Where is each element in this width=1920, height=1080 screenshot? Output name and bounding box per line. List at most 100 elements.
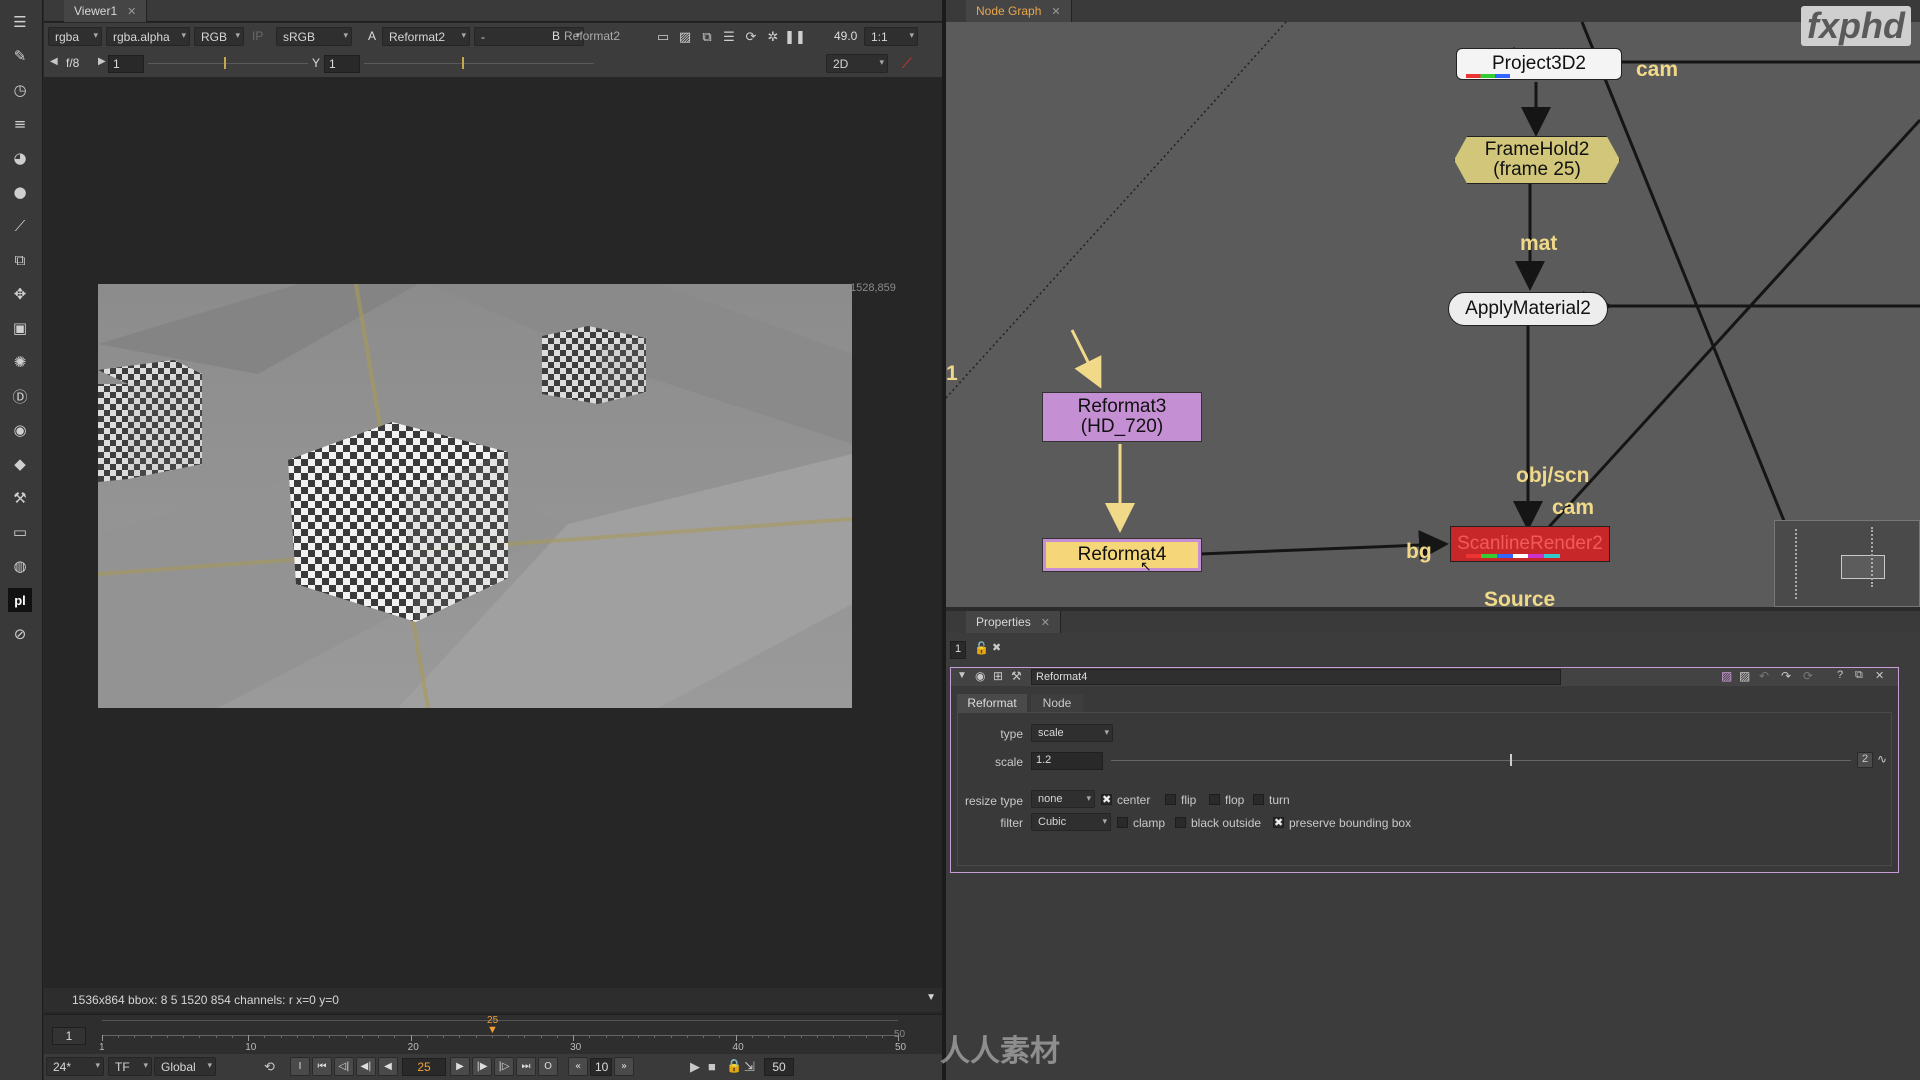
input-b-value[interactable]: Reformat2: [564, 29, 620, 43]
wipe-icon[interactable]: ▨: [676, 28, 694, 46]
color-icon[interactable]: ◕: [8, 146, 32, 170]
metadata-icon[interactable]: ◆: [8, 452, 32, 476]
deep-icon[interactable]: Ⓓ: [8, 384, 32, 408]
gain-field[interactable]: 1: [108, 55, 144, 73]
start-frame-field[interactable]: 1: [52, 1027, 86, 1045]
clamp-checkbox[interactable]: [1117, 817, 1128, 828]
node-reformat4[interactable]: Reformat4: [1042, 538, 1202, 572]
lock-icon[interactable]: 🔓: [974, 641, 989, 655]
tab-reformat[interactable]: Reformat: [957, 694, 1027, 712]
turn-checkbox[interactable]: [1253, 794, 1264, 805]
lines-icon[interactable]: ☰: [720, 28, 738, 46]
next-keyframe-button[interactable]: |▷: [494, 1057, 514, 1076]
step-forward-button[interactable]: |▶: [472, 1057, 492, 1076]
tab-viewer1[interactable]: Viewer1 ✕: [64, 0, 148, 22]
fstop-left-arrow-icon[interactable]: ◀: [50, 56, 58, 67]
3d-icon[interactable]: ▣: [8, 316, 32, 340]
scale-slider-handle[interactable]: [1510, 754, 1513, 766]
node-name-field[interactable]: Reformat4: [1031, 669, 1561, 685]
out-point-button[interactable]: O: [538, 1057, 558, 1076]
tab-node[interactable]: Node: [1031, 694, 1083, 712]
timeline[interactable]: 1 1 10 20 30 40 50 25 ▼ 50: [44, 1014, 942, 1054]
sync-icon[interactable]: ⇲: [744, 1059, 755, 1075]
skip-forward-button[interactable]: »: [614, 1057, 634, 1076]
prev-keyframe-button[interactable]: ◁|: [334, 1057, 354, 1076]
keyer-icon[interactable]: ⟋: [8, 214, 32, 238]
view-mode-dropdown[interactable]: 2D: [826, 54, 888, 73]
close-icon[interactable]: ✕: [127, 5, 136, 18]
pause-icon[interactable]: ❚❚: [784, 28, 806, 46]
input-a-dropdown[interactable]: Reformat2: [382, 27, 470, 46]
gear-icon[interactable]: ✲: [764, 28, 782, 46]
fstop-value[interactable]: f/8: [66, 56, 79, 70]
skip-back-button[interactable]: «: [568, 1057, 588, 1076]
viewer-image[interactable]: [98, 284, 852, 708]
node-reformat3[interactable]: Reformat3 (HD_720): [1042, 392, 1202, 442]
gamma-slider[interactable]: [364, 63, 594, 64]
node-applymaterial2[interactable]: ApplyMaterial2: [1448, 292, 1608, 326]
status-expand-icon[interactable]: ▼: [926, 992, 936, 1003]
filter-icon[interactable]: ●: [8, 180, 32, 204]
flip-checkbox[interactable]: [1165, 794, 1176, 805]
playback-mode-icon[interactable]: ⟲: [264, 1059, 275, 1075]
other-icon[interactable]: ▭: [8, 520, 32, 544]
ip-button[interactable]: IP: [252, 29, 263, 43]
in-point-button[interactable]: I: [290, 1057, 310, 1076]
preserve-bbox-checkbox[interactable]: ✖: [1273, 817, 1284, 829]
overlay-icon[interactable]: ⧉: [698, 28, 716, 46]
timecode-dropdown[interactable]: TF: [108, 1057, 152, 1076]
curve-icon[interactable]: ∿: [1877, 752, 1887, 766]
fstop-right-arrow-icon[interactable]: ▶: [98, 56, 106, 67]
center-icon[interactable]: ⊞: [993, 669, 1003, 683]
max-panels-field[interactable]: 1: [950, 641, 966, 659]
menu-icon[interactable]: ☰: [8, 10, 32, 34]
collapse-icon[interactable]: ▼: [957, 670, 967, 681]
fps-dropdown[interactable]: 24*: [46, 1057, 104, 1076]
close-icon[interactable]: ✕: [1875, 669, 1884, 682]
play-backward-button[interactable]: ◀: [378, 1057, 398, 1076]
resize-type-dropdown[interactable]: none: [1031, 790, 1095, 808]
zoom-value[interactable]: 49.0: [834, 29, 857, 43]
playhead[interactable]: 25 ▼: [487, 1015, 501, 1036]
node-framehold2[interactable]: FrameHold2 (frame 25): [1454, 136, 1620, 184]
close-icon[interactable]: ✕: [1041, 616, 1050, 629]
float-icon[interactable]: ⧉: [1855, 669, 1863, 682]
gl-color-icon[interactable]: ▨: [1739, 669, 1750, 683]
scale-slider[interactable]: [1111, 760, 1851, 761]
alpha-dropdown[interactable]: rgba.alpha: [106, 27, 190, 46]
first-frame-button[interactable]: ⏮: [312, 1057, 332, 1076]
channel-split-button[interactable]: 2: [1857, 752, 1873, 768]
furnace-icon[interactable]: ◍: [8, 554, 32, 578]
scale-field[interactable]: 1.2: [1031, 752, 1103, 770]
undo-icon[interactable]: ↶: [1759, 669, 1769, 683]
gain-slider[interactable]: [148, 63, 308, 64]
ratio-dropdown[interactable]: 1:1: [864, 27, 918, 46]
node-color-icon[interactable]: ▨: [1721, 669, 1732, 683]
flipbook-icon[interactable]: ▶: [690, 1059, 700, 1075]
range-dropdown[interactable]: Global: [154, 1057, 216, 1076]
current-frame-field[interactable]: 25: [402, 1058, 446, 1076]
lut-dropdown[interactable]: sRGB: [276, 27, 352, 46]
gamma-field[interactable]: 1: [324, 55, 360, 73]
pl-plugin-icon[interactable]: pl: [8, 588, 32, 612]
paint-icon[interactable]: ✎: [8, 44, 32, 68]
channel-icon[interactable]: ≡: [8, 112, 32, 136]
ofx-icon[interactable]: ⊘: [8, 622, 32, 646]
particles-icon[interactable]: ✺: [8, 350, 32, 374]
help-icon[interactable]: ?: [1837, 669, 1843, 681]
channels-dropdown[interactable]: rgba: [48, 27, 102, 46]
lock-icon[interactable]: 🔒: [726, 1058, 742, 1074]
time-icon[interactable]: ◷: [8, 78, 32, 102]
redo-icon[interactable]: ⟳: [1803, 669, 1813, 683]
viewer-icon[interactable]: ◉: [975, 669, 985, 683]
paint-brush-icon[interactable]: ⟋: [902, 55, 912, 72]
flop-checkbox[interactable]: [1209, 794, 1220, 805]
minimap-viewport[interactable]: [1841, 555, 1885, 579]
increment-field[interactable]: 10: [590, 1058, 612, 1076]
filter-dropdown[interactable]: Cubic: [1031, 813, 1111, 831]
merge-icon[interactable]: ⧉: [8, 248, 32, 272]
roi-icon[interactable]: ▭: [654, 28, 672, 46]
center-checkbox[interactable]: ✖: [1101, 794, 1112, 806]
clear-panels-icon[interactable]: ✖: [992, 641, 1001, 654]
last-frame-button[interactable]: ⏭: [516, 1057, 536, 1076]
